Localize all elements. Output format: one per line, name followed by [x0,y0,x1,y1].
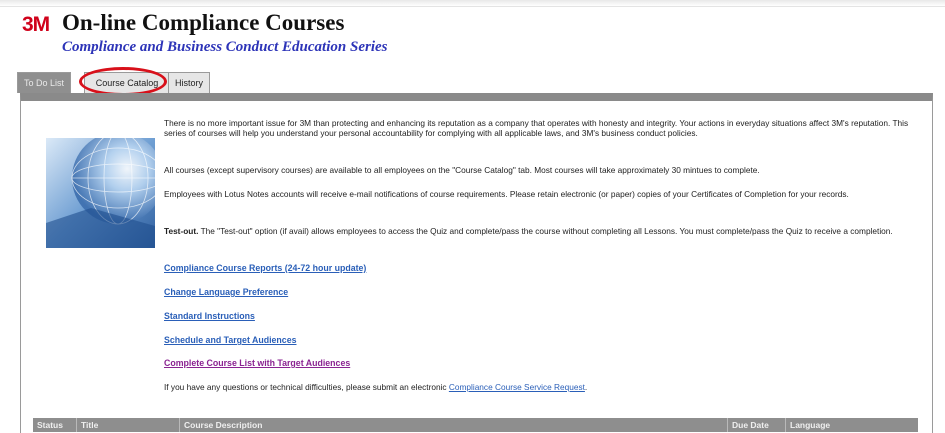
intro-paragraph-1: There is no more important issue for 3M … [164,118,909,139]
browser-top-edge [0,0,945,7]
3m-logo: 3M [22,13,50,36]
change-language-link[interactable]: Change Language Preference [164,287,288,297]
tab-course-catalog[interactable]: Course Catalog [79,67,170,96]
test-out-label: Test-out. [164,226,199,236]
tab-history[interactable]: History [168,72,210,93]
tab-course-catalog-label: Course Catalog [95,78,159,88]
complete-course-list-link[interactable]: Complete Course List with Target Audienc… [164,358,350,368]
page-title: On-line Compliance Courses [62,10,345,35]
globe-image [46,138,155,248]
service-request-link[interactable]: Compliance Course Service Request [449,382,585,392]
standard-instructions-link[interactable]: Standard Instructions [164,311,255,321]
schedule-target-audiences-link[interactable]: Schedule and Target Audiences [164,335,296,345]
tab-to-do-list[interactable]: To Do List [17,72,71,93]
intro-paragraph-2: All courses (except supervisory courses)… [164,165,760,175]
help-note: If you have any questions or technical d… [164,382,588,392]
intro-paragraph-4: Test-out. The "Test-out" option (if avai… [164,226,893,236]
intro-paragraph-3: Employees with Lotus Notes accounts will… [164,189,849,199]
compliance-course-reports-link[interactable]: Compliance Course Reports (24-72 hour up… [164,263,366,273]
page-subtitle: Compliance and Business Conduct Educatio… [62,39,388,55]
